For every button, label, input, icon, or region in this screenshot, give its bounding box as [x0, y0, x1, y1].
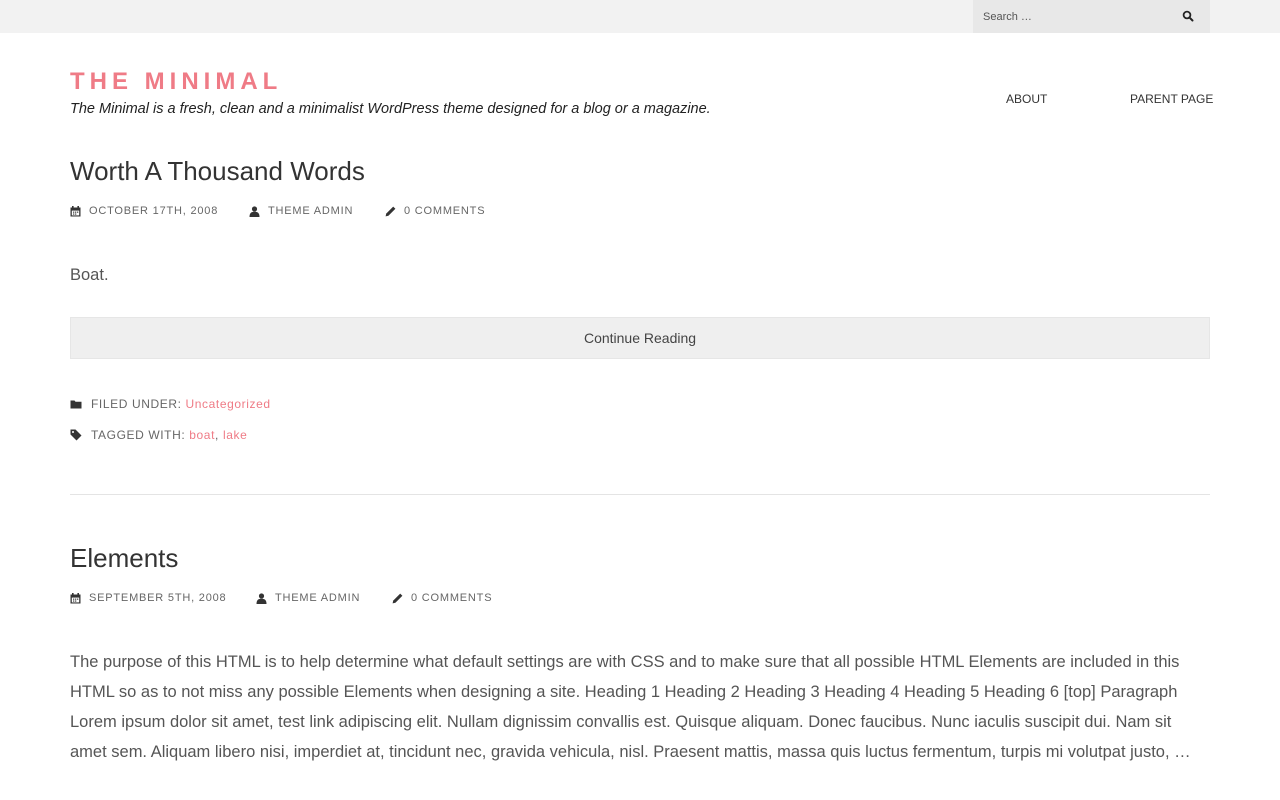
category-link[interactable]: Uncategorized — [185, 397, 270, 411]
site-title[interactable]: THE MINIMAL — [70, 68, 282, 96]
pencil-icon — [385, 206, 396, 216]
tag-icon — [70, 429, 82, 441]
continue-reading-button[interactable]: Continue Reading — [70, 317, 1210, 359]
calendar-icon — [70, 592, 81, 603]
user-icon — [249, 205, 260, 217]
post-comments-text: 0 COMMENTS — [411, 592, 493, 604]
post-date-text: SEPTEMBER 5TH, 2008 — [89, 592, 227, 604]
post-categories: FILED UNDER: Uncategorized — [70, 397, 271, 411]
post-author[interactable]: THEME ADMIN — [256, 592, 360, 604]
post-excerpt: Boat. — [70, 266, 109, 284]
top-bar — [0, 0, 1280, 33]
post-comments[interactable]: 0 COMMENTS — [385, 205, 485, 217]
post-author-text: THEME ADMIN — [275, 592, 361, 604]
post-title[interactable]: Elements — [70, 543, 178, 574]
nav-item-about[interactable]: ABOUT — [1006, 92, 1047, 106]
user-icon — [256, 592, 267, 604]
post-tags: TAGGED WITH: boat, lake — [70, 428, 247, 442]
nav-item-parent-page[interactable]: PARENT PAGE — [1130, 92, 1213, 106]
site-description: The Minimal is a fresh, clean and a mini… — [70, 101, 711, 117]
tagged-with-label: TAGGED WITH: — [91, 428, 186, 442]
search-input[interactable] — [973, 0, 1173, 33]
post-author[interactable]: THEME ADMIN — [249, 205, 353, 217]
post-date[interactable]: OCTOBER 17TH, 2008 — [70, 205, 218, 217]
search-button[interactable] — [1179, 8, 1197, 26]
calendar-icon — [70, 205, 81, 216]
post-divider — [70, 494, 1210, 495]
post-author-text: THEME ADMIN — [268, 205, 354, 217]
post-comments[interactable]: 0 COMMENTS — [392, 592, 492, 604]
folder-icon — [70, 400, 82, 409]
search-icon — [1182, 10, 1194, 21]
post-title[interactable]: Worth A Thousand Words — [70, 156, 365, 187]
post-excerpt: The purpose of this HTML is to help dete… — [70, 653, 1191, 761]
tag-link-boat[interactable]: boat — [189, 428, 215, 442]
post-date-text: OCTOBER 17TH, 2008 — [89, 205, 219, 217]
filed-under-label: FILED UNDER: — [91, 397, 182, 411]
tag-link-lake[interactable]: lake — [223, 428, 247, 442]
post-comments-text: 0 COMMENTS — [404, 205, 486, 217]
pencil-icon — [392, 593, 403, 603]
post-date[interactable]: SEPTEMBER 5TH, 2008 — [70, 592, 226, 604]
search-form — [973, 0, 1210, 33]
